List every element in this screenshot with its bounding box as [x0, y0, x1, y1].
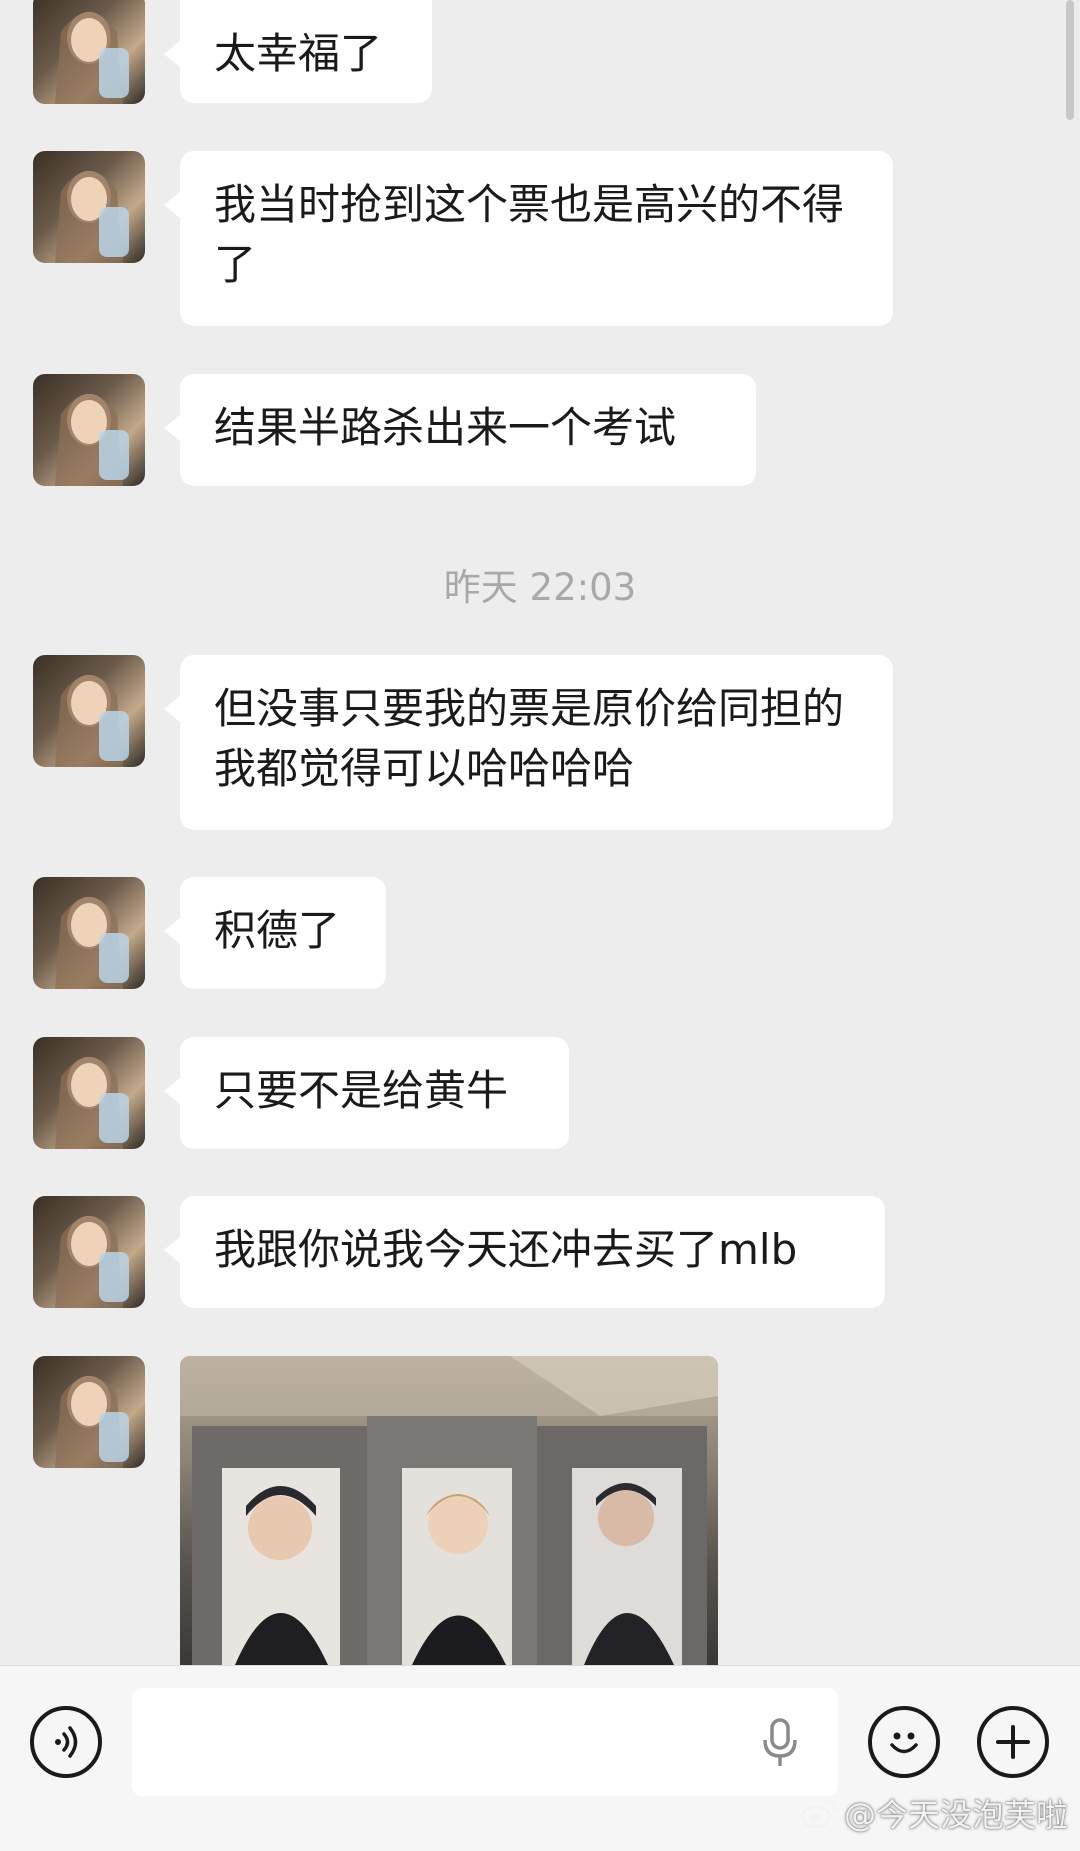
message-bubble[interactable]: 太幸福了	[164, 0, 432, 103]
avatar[interactable]	[33, 655, 145, 767]
message-bubble[interactable]: 我当时抢到这个票也是高兴的不得了	[164, 151, 893, 326]
timestamp: 昨天 22:03	[443, 566, 637, 609]
emoji-icon	[890, 1732, 918, 1754]
avatar[interactable]	[33, 1356, 145, 1468]
emoji-button[interactable]	[868, 1706, 940, 1778]
scrollbar[interactable]	[1066, 0, 1074, 120]
message-text: 只要不是给黄牛	[214, 1066, 509, 1115]
message-text: 结果半路杀出来一个考试	[214, 403, 677, 452]
chat-area[interactable]: 太幸福了 我当时抢到这个票也是高兴的不得了 结果半路杀出来一个考试 昨天 22:…	[0, 0, 1080, 1665]
watermark-text: @今天没泡芙啦	[843, 1796, 1068, 1834]
message-bubble[interactable]: 只要不是给黄牛	[164, 1037, 569, 1149]
image-message[interactable]	[180, 1356, 718, 1665]
message-text: 太幸福了	[214, 29, 383, 78]
plus-icon	[996, 1725, 1030, 1759]
message-bubble[interactable]: 结果半路杀出来一个考试	[164, 374, 756, 486]
message-bubble[interactable]: 我跟你说我今天还冲去买了mlb	[164, 1196, 885, 1308]
message-input[interactable]	[132, 1688, 838, 1796]
weibo-icon	[800, 1799, 837, 1829]
message-bubble[interactable]: 积德了	[164, 877, 386, 989]
message-text: 我跟你说我今天还冲去买了mlb	[214, 1225, 798, 1274]
avatar[interactable]	[33, 1037, 145, 1149]
avatar[interactable]	[33, 1196, 145, 1308]
message-bubble[interactable]: 但没事只要我的票是原价给同担的我都觉得可以哈哈哈哈	[164, 655, 893, 830]
message-text: 积德了	[214, 906, 341, 955]
avatar[interactable]	[33, 151, 145, 263]
watermark: @今天没泡芙啦	[800, 1790, 1068, 1836]
voice-icon	[55, 1726, 78, 1758]
plus-button[interactable]	[977, 1706, 1049, 1778]
message-text: 我当时抢到这个票也是高兴的不得了	[214, 180, 845, 289]
message-text: 但没事只要我的票是原价给同担的我都觉得可以哈哈哈哈	[214, 684, 845, 793]
avatar[interactable]	[33, 374, 145, 486]
voice-button[interactable]	[30, 1706, 102, 1778]
microphone-icon[interactable]	[760, 1718, 800, 1768]
avatar[interactable]	[33, 877, 145, 989]
avatar[interactable]	[33, 0, 145, 104]
